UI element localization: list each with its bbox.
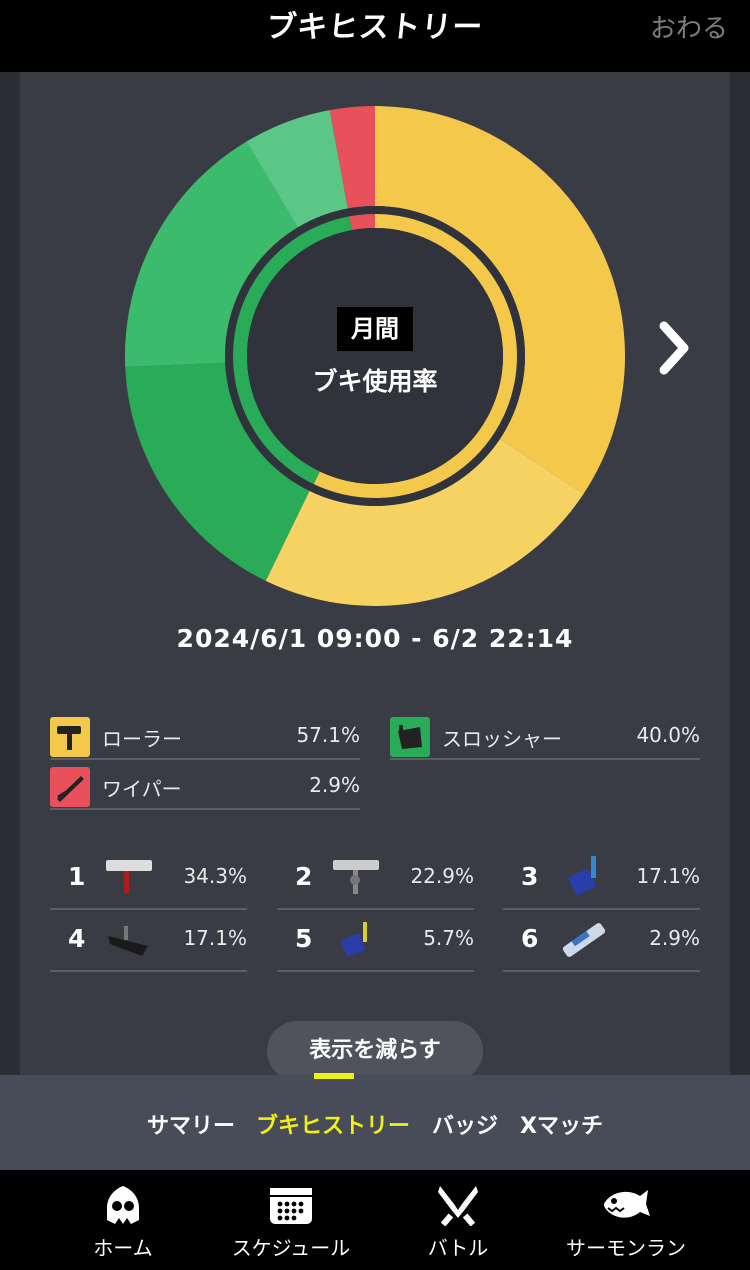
category-percent: 40.0%	[636, 723, 700, 747]
weapon-percent: 2.9%	[649, 926, 700, 950]
tab-x-match[interactable]: Xマッチ	[520, 1108, 603, 1140]
nav-schedule[interactable]: スケジュール	[216, 1184, 366, 1261]
nav-salmon-run[interactable]: サーモンラン	[551, 1184, 701, 1261]
category-percent: 2.9%	[309, 773, 360, 797]
weapon-rank: 1	[68, 862, 86, 891]
nav-label: スケジュール	[231, 1236, 351, 1260]
donut-hole	[247, 228, 503, 484]
nav-label: バトル	[427, 1236, 489, 1260]
weapon-row: 6 2.9%	[503, 910, 700, 972]
weapon-percent: 22.9%	[410, 864, 474, 888]
category-percent: 57.1%	[296, 723, 360, 747]
weapon-rank: 2	[295, 862, 313, 891]
tri-slosher-icon	[341, 922, 367, 957]
weapon-rank: 4	[68, 924, 86, 953]
weapon-row: 2 22.9%	[277, 848, 474, 910]
dynamo-roller-icon	[333, 860, 379, 894]
weapon-row: 5 5.7%	[277, 910, 474, 972]
salmon-icon	[604, 1190, 650, 1218]
category-name: ローラー	[102, 727, 182, 751]
weapon-percent: 5.7%	[423, 926, 474, 950]
period-badge: 月間	[337, 307, 413, 351]
weapon-rank: 3	[521, 862, 539, 891]
active-tab-indicator	[314, 1073, 354, 1079]
weapon-percent: 34.3%	[183, 864, 247, 888]
inner-slice-3	[349, 214, 375, 231]
roller-class-icon	[50, 717, 90, 757]
nav-label: サーモンラン	[566, 1236, 686, 1260]
category-row-wiper: ワイパー 2.9%	[50, 762, 360, 810]
nav-battle[interactable]: バトル	[383, 1184, 533, 1261]
calendar-icon	[270, 1188, 312, 1224]
wiper-class-icon	[50, 767, 90, 807]
period-range: 2024/6/1 09:00 - 6/2 22:14	[176, 624, 574, 653]
tab-badges[interactable]: バッジ	[432, 1108, 498, 1140]
category-name: ワイパー	[102, 777, 182, 801]
show-less-button[interactable]: 表示を減らす	[267, 1021, 483, 1081]
wiper-icon	[562, 923, 606, 957]
weapon-rank: 6	[521, 924, 539, 953]
weapon-rank: 5	[295, 924, 313, 953]
slosher-class-icon	[390, 717, 430, 757]
next-arrow-icon[interactable]	[650, 318, 700, 378]
weapon-percent: 17.1%	[636, 864, 700, 888]
explosher-icon	[108, 926, 148, 956]
battle-icon	[438, 1186, 478, 1226]
weapon-percent: 17.1%	[183, 926, 247, 950]
weapon-row: 3 17.1%	[503, 848, 700, 910]
nav-label: ホーム	[93, 1236, 153, 1260]
nav-home[interactable]: ホーム	[48, 1184, 198, 1261]
category-row-slosher: スロッシャー 40.0%	[390, 712, 700, 760]
chart-title: ブキ使用率	[312, 367, 438, 396]
tab-weapon-history[interactable]: ブキヒストリー	[256, 1108, 410, 1140]
tab-summary[interactable]: サマリー	[147, 1108, 235, 1140]
weapon-row: 4 17.1%	[50, 910, 247, 972]
carbon-roller-icon	[106, 860, 152, 893]
slosher-icon	[568, 856, 596, 896]
squid-home-icon	[107, 1186, 139, 1224]
weapon-row: 1 34.3%	[50, 848, 247, 910]
category-name: スロッシャー	[442, 727, 562, 751]
category-row-roller: ローラー 57.1%	[50, 712, 360, 760]
